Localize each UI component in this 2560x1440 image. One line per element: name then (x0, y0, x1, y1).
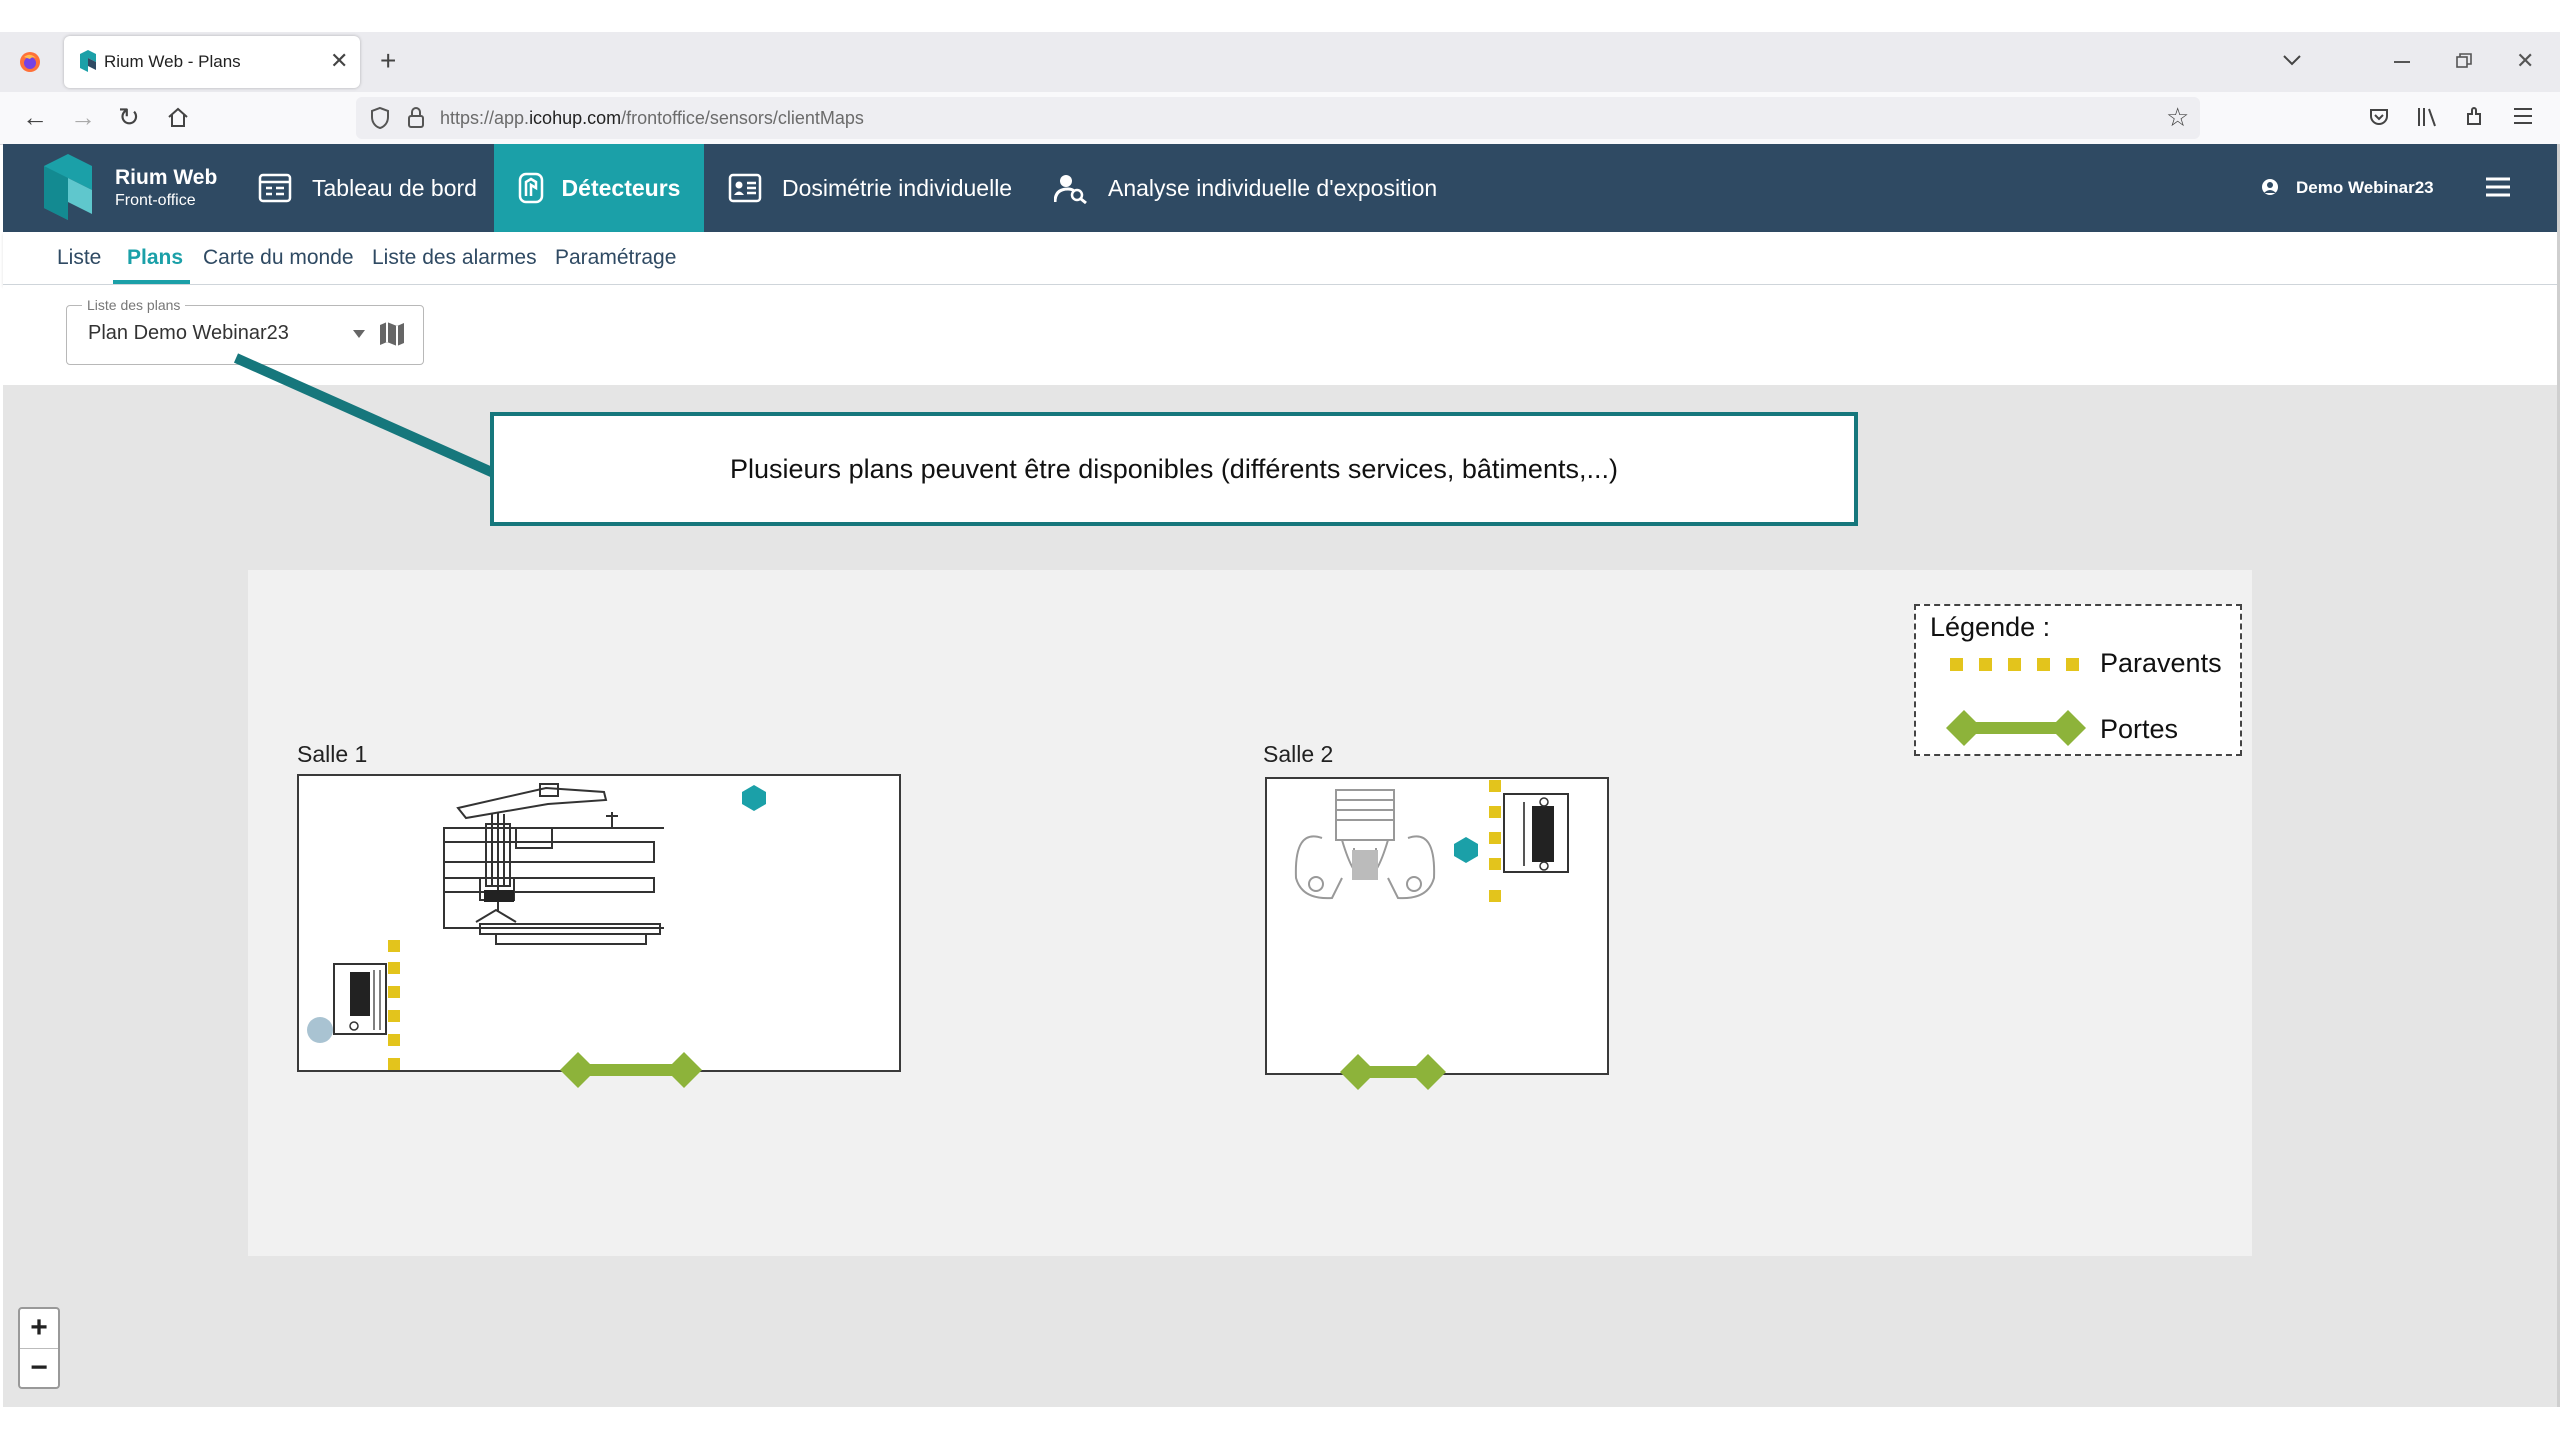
nav-label: Tableau de bord (312, 174, 477, 201)
dropdown-arrow-icon[interactable] (352, 329, 366, 339)
brand-name: Rium Web (115, 166, 218, 189)
forward-icon[interactable]: → (70, 104, 96, 130)
browser-menu-icon[interactable] (2512, 106, 2534, 126)
id-card-icon (728, 173, 762, 203)
sensor-icon[interactable] (1452, 836, 1480, 864)
detector-icon (518, 172, 543, 204)
door-swatch (1946, 710, 2086, 746)
map-icon[interactable] (378, 320, 406, 348)
close-tab-icon[interactable]: ✕ (330, 50, 348, 72)
person-search-icon (1054, 175, 1087, 204)
control-desk-icon (1503, 793, 1569, 873)
door-room-2 (1340, 1054, 1446, 1090)
sensor-icon[interactable] (740, 784, 768, 812)
active-tab-indicator (113, 280, 190, 284)
callout-text: Plusieurs plans peuvent être disponibles… (730, 453, 1618, 484)
back-icon[interactable]: ← (22, 104, 48, 130)
rium-favicon-icon (80, 50, 96, 72)
rium-logo-icon[interactable] (40, 154, 96, 220)
tab-liste[interactable]: Liste (57, 246, 101, 270)
nav-label: Analyse individuelle d'exposition (1108, 174, 1438, 201)
legend-paravents-label: Paravents (2100, 648, 2222, 678)
zoom-out-button[interactable]: − (20, 1349, 58, 1387)
paravent-room-1 (388, 940, 400, 1070)
pocket-icon[interactable] (2368, 106, 2390, 128)
tab-title: Rium Web - Plans (104, 52, 241, 71)
zoom-control: + − (18, 1307, 60, 1389)
shield-icon[interactable] (370, 106, 390, 130)
home-icon[interactable] (166, 106, 190, 128)
library-icon[interactable] (2416, 106, 2440, 128)
new-tab-button[interactable]: + (380, 47, 396, 75)
user-icon (2262, 179, 2278, 195)
dashboard-icon (258, 173, 292, 203)
restore-icon[interactable] (2455, 52, 2473, 70)
bottom-margin (0, 1407, 2560, 1440)
zoom-in-button[interactable]: + (20, 1309, 58, 1347)
user-name[interactable]: Demo Webinar23 (2296, 178, 2434, 198)
minimize-icon[interactable] (2394, 61, 2410, 63)
firefox-icon (20, 52, 40, 72)
legend-portes-label: Portes (2100, 714, 2179, 744)
plan-select-value[interactable]: Plan Demo Webinar23 (88, 322, 289, 345)
tab-parametrage[interactable]: Paramétrage (555, 246, 676, 270)
lock-icon[interactable] (406, 106, 426, 130)
room-2-label: Salle 2 (1263, 741, 1334, 767)
url-text[interactable]: https://app.icohup.com/frontoffice/senso… (440, 108, 864, 129)
callout-box: Plusieurs plans peuvent être disponibles… (490, 412, 1858, 526)
room-1-label: Salle 1 (297, 741, 368, 767)
bookmark-star-icon[interactable]: ☆ (2166, 104, 2189, 130)
legend-title: Légende : (1930, 612, 2051, 642)
xray-machine-drawing (443, 783, 664, 945)
callout-pointer (233, 353, 499, 479)
nav-analyse-exposition[interactable]: Analyse individuelle d'exposition (1054, 144, 1494, 232)
reload-icon[interactable]: ↻ (118, 104, 140, 130)
nav-tableau-de-bord[interactable]: Tableau de bord (258, 144, 494, 232)
sensor-inactive-icon[interactable] (306, 1016, 334, 1044)
paravent-room-2 (1489, 780, 1501, 904)
extensions-icon[interactable] (2464, 104, 2488, 128)
door-room-1 (560, 1052, 702, 1088)
nav-label: Dosimétrie individuelle (782, 174, 1013, 201)
brand-subtitle: Front-office (115, 192, 196, 209)
close-window-icon[interactable]: ✕ (2516, 50, 2534, 72)
tab-list-chevron-icon[interactable] (2282, 52, 2302, 68)
control-desk-icon (333, 963, 387, 1035)
nav-detecteurs[interactable]: Détecteurs (494, 144, 704, 232)
scanner-machine-drawing (1294, 789, 1436, 900)
tab-plans[interactable]: Plans (127, 246, 183, 270)
paravent-swatch (1950, 658, 2080, 672)
tab-carte-du-monde[interactable]: Carte du monde (203, 246, 354, 270)
top-margin (0, 0, 2560, 32)
nav-dosimetrie[interactable]: Dosimétrie individuelle (728, 144, 1018, 232)
tab-liste-des-alarmes[interactable]: Liste des alarmes (372, 246, 537, 270)
nav-label: Détecteurs (561, 174, 681, 201)
plan-select-label: Liste des plans (82, 297, 186, 313)
app-menu-icon[interactable] (2484, 176, 2512, 198)
